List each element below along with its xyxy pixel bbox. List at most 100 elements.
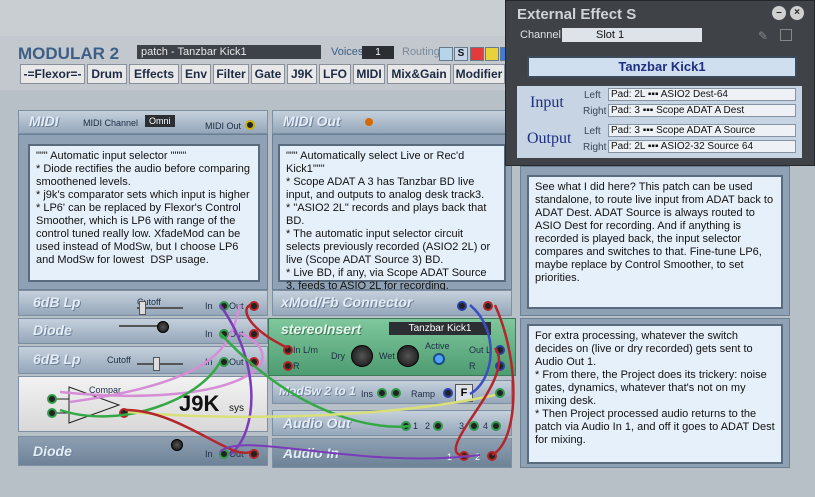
audio-out-4-jack[interactable] bbox=[491, 421, 501, 431]
modsw-out-jack[interactable] bbox=[495, 388, 505, 398]
minimize-button[interactable]: – bbox=[772, 6, 786, 20]
toolbar-mixgain[interactable]: Mix&Gain bbox=[387, 64, 451, 84]
midi-out-module[interactable]: MIDI Out bbox=[272, 110, 512, 134]
note-live-or-recorded[interactable]: """ Automatically select Live or Rec'd K… bbox=[278, 144, 506, 292]
insert-in-l-jack[interactable] bbox=[283, 345, 293, 355]
module-title: stereoInsert bbox=[281, 321, 362, 337]
output-right-label: Right bbox=[583, 142, 607, 153]
insert-out-l-jack[interactable] bbox=[495, 345, 505, 355]
cutoff-label: Cutoff bbox=[107, 355, 131, 365]
j9k-in-a-jack[interactable] bbox=[47, 394, 57, 404]
toolbar-midi[interactable]: MIDI bbox=[353, 64, 385, 84]
modsw-ramp-jack[interactable] bbox=[443, 388, 453, 398]
note-standalone[interactable]: See what I did here? This patch can be u… bbox=[527, 175, 783, 309]
lp2-out-jack[interactable] bbox=[249, 357, 259, 367]
insert-in-r-jack[interactable] bbox=[283, 361, 293, 371]
stereo-insert-module[interactable]: stereoInsert Tanzbar Kick1 In L/m R Dry … bbox=[268, 318, 516, 376]
patch-name-field[interactable]: patch - Tanzbar Kick1 bbox=[137, 45, 321, 59]
xmod-fb-connector-module[interactable]: xMod/Fb Connector bbox=[272, 290, 512, 316]
toolbar-flexor[interactable]: -=Flexor=- bbox=[20, 64, 85, 84]
midi-channel-select[interactable]: Omni bbox=[145, 115, 175, 127]
diode-knob[interactable] bbox=[171, 439, 183, 451]
note-extra-processing[interactable]: For extra processing, whatever the switc… bbox=[527, 324, 783, 464]
module-title: 6dB Lp bbox=[33, 351, 81, 367]
cutoff-slider[interactable] bbox=[137, 363, 183, 365]
external-effect-title: External Effect S bbox=[517, 6, 637, 23]
module-title: ModSw 2 to 1 bbox=[279, 384, 356, 398]
close-button[interactable]: × bbox=[790, 6, 804, 20]
cutoff-slider-thumb[interactable] bbox=[153, 357, 160, 371]
lp6-module-1[interactable]: 6dB Lp Cutoff In Out bbox=[18, 290, 268, 316]
audio-in-2-jack[interactable] bbox=[487, 451, 497, 461]
port-label: 2 bbox=[425, 421, 431, 431]
audio-out-1-jack[interactable] bbox=[401, 421, 411, 431]
save-icon[interactable] bbox=[780, 29, 792, 41]
in-lm-label: In L/m bbox=[293, 345, 319, 355]
modsw-in1-jack[interactable] bbox=[377, 388, 387, 398]
in-label: In bbox=[205, 329, 213, 339]
toolbar-env[interactable]: Env bbox=[181, 64, 211, 84]
diode1-in-jack[interactable] bbox=[219, 329, 229, 339]
lp6-module-2[interactable]: 6dB Lp Cutoff In Out bbox=[18, 346, 268, 374]
audio-in-module[interactable]: Audio In 1 2 bbox=[272, 438, 512, 468]
out-r-label: R bbox=[469, 361, 476, 371]
j9k-comparator-module[interactable]: Compar J9K sys bbox=[18, 376, 268, 432]
lp1-in-jack[interactable] bbox=[219, 301, 229, 311]
midi-out-jack[interactable] bbox=[245, 120, 255, 130]
toolbar-lfo[interactable]: LFO bbox=[319, 64, 351, 84]
note-auto-input-selector[interactable]: """ Automatic input selector """" * Diod… bbox=[28, 144, 260, 282]
diode-module-1[interactable]: Diode In Out bbox=[18, 318, 268, 344]
port-label: 4 bbox=[483, 421, 489, 431]
j9k-out-jack[interactable] bbox=[119, 408, 129, 418]
effect-name-field[interactable]: Tanzbar Kick1 bbox=[527, 56, 797, 78]
xmod-in-jack[interactable] bbox=[457, 301, 467, 311]
xmod-out-jack[interactable] bbox=[483, 301, 493, 311]
toolbar-drum[interactable]: Drum bbox=[87, 64, 127, 84]
audio-out-module[interactable]: Audio Out 1 2 3 4 bbox=[272, 410, 512, 436]
input-left-routing[interactable]: Pad: 2L ▪▪▪ ASIO2 Dest-64 bbox=[608, 88, 796, 101]
diode-knob[interactable] bbox=[157, 321, 169, 333]
audio-in-1-jack[interactable] bbox=[459, 451, 469, 461]
dry-knob[interactable] bbox=[351, 345, 373, 367]
channel-select[interactable]: Slot 1 bbox=[562, 28, 702, 42]
diode2-in-jack[interactable] bbox=[219, 449, 229, 459]
yellow-color-button[interactable] bbox=[485, 47, 499, 61]
diode2-out-jack[interactable] bbox=[249, 449, 259, 459]
modsw-module[interactable]: ModSw 2 to 1 Ins Ramp F bbox=[272, 380, 512, 404]
modsw-flip-button[interactable]: F bbox=[455, 384, 473, 402]
toolbar-effects[interactable]: Effects bbox=[129, 64, 179, 84]
in-label: In bbox=[205, 357, 213, 367]
midi-module[interactable]: MIDI MIDI Channel Omni MIDI Out bbox=[18, 110, 268, 134]
j9k-in-b-jack[interactable] bbox=[47, 408, 57, 418]
comparator-label: Compar bbox=[89, 385, 122, 395]
toolbar-j9k[interactable]: J9K bbox=[287, 64, 317, 84]
audio-out-3-jack[interactable] bbox=[469, 421, 479, 431]
output-right-routing[interactable]: Pad: 2L ▪▪▪ ASIO2-32 Source 64 bbox=[608, 140, 796, 153]
voices-field[interactable]: 1 bbox=[362, 46, 394, 59]
toolbar-gate[interactable]: Gate bbox=[251, 64, 285, 84]
input-right-routing[interactable]: Pad: 3 ▪▪▪ Scope ADAT A Dest bbox=[608, 104, 796, 117]
diode-module-2[interactable]: Diode In Out bbox=[18, 436, 268, 466]
lp1-out-jack[interactable] bbox=[249, 301, 259, 311]
in-label: In bbox=[205, 301, 213, 311]
red-color-button[interactable] bbox=[470, 47, 484, 61]
insert-name-field[interactable]: Tanzbar Kick1 bbox=[389, 322, 491, 335]
lp2-in-jack[interactable] bbox=[219, 357, 229, 367]
diode1-out-jack[interactable] bbox=[249, 329, 259, 339]
out-label: Out bbox=[229, 329, 244, 339]
routing-toggle[interactable] bbox=[439, 47, 453, 61]
s-button[interactable]: S bbox=[454, 47, 468, 61]
insert-out-r-jack[interactable] bbox=[495, 361, 505, 371]
pin-icon[interactable]: ✎ bbox=[758, 29, 770, 43]
audio-out-2-jack[interactable] bbox=[433, 421, 443, 431]
toolbar-filter[interactable]: Filter bbox=[213, 64, 249, 84]
output-left-routing[interactable]: Pad: 3 ▪▪▪ Scope ADAT A Source bbox=[608, 124, 796, 137]
voices-label: Voices bbox=[331, 46, 364, 58]
modsw-in2-jack[interactable] bbox=[391, 388, 401, 398]
wet-knob[interactable] bbox=[397, 345, 419, 367]
module-title: xMod/Fb Connector bbox=[281, 294, 413, 310]
j9k-logo: J9K bbox=[179, 391, 220, 416]
active-toggle[interactable] bbox=[433, 353, 445, 365]
toolbar-modifier[interactable]: Modifier bbox=[453, 64, 505, 84]
cutoff-slider-thumb[interactable] bbox=[139, 301, 146, 315]
